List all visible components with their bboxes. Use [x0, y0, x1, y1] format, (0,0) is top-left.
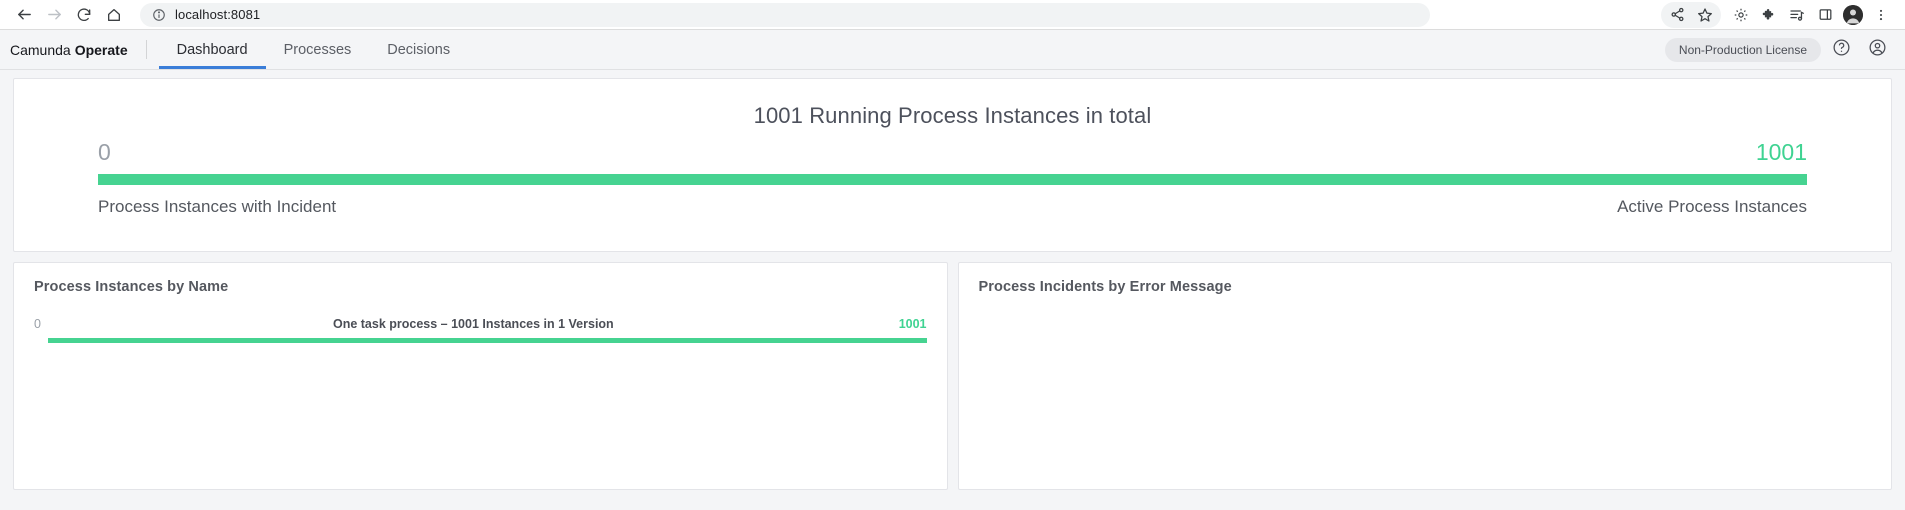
- running-instances-panel: 1001 Running Process Instances in total …: [13, 78, 1892, 252]
- license-badge: Non-Production License: [1664, 37, 1821, 62]
- more-menu-icon: [1874, 8, 1888, 22]
- tab-dashboard-label: Dashboard: [176, 41, 248, 58]
- row-active-segment: [48, 338, 927, 343]
- help-button[interactable]: [1825, 34, 1857, 66]
- page-title: 1001 Running Process Instances in total: [753, 103, 1152, 128]
- app-brand[interactable]: Camunda Operate: [10, 30, 146, 69]
- profile-button[interactable]: [1839, 2, 1867, 28]
- incident-count-value[interactable]: 0: [98, 141, 111, 164]
- address-bar-port: :8081: [227, 7, 261, 22]
- home-button[interactable]: [100, 2, 128, 28]
- incidents-by-error-list: [979, 295, 1872, 505]
- instances-by-name-title: Process Instances by Name: [34, 279, 229, 295]
- tab-decisions-label: Decisions: [387, 41, 451, 58]
- incident-label[interactable]: Process Instances with Incident: [98, 197, 336, 217]
- profile-avatar-icon: [1843, 4, 1863, 25]
- metric-axis-labels: Process Instances with Incident Active P…: [98, 197, 1807, 217]
- reading-list-button[interactable]: [1783, 2, 1811, 28]
- dashboard-panels: Process Instances by Name 0 One task pro…: [13, 262, 1892, 490]
- tab-processes-label: Processes: [283, 41, 352, 58]
- share-button[interactable]: [1663, 2, 1691, 28]
- more-menu-button[interactable]: [1867, 2, 1895, 28]
- back-button[interactable]: [10, 2, 38, 28]
- brand-camunda: Camunda: [10, 41, 71, 58]
- site-info-icon[interactable]: [152, 8, 166, 22]
- incidents-by-error-title: Process Incidents by Error Message: [978, 279, 1232, 295]
- bookmark-star-icon: [1697, 7, 1713, 23]
- reload-icon: [76, 7, 92, 23]
- share-bookmark-pill: [1661, 1, 1721, 28]
- app-header: Camunda Operate Dashboard Processes Deci…: [0, 30, 1905, 70]
- main-navigation: Dashboard Processes Decisions: [158, 30, 469, 69]
- forward-button[interactable]: [40, 2, 68, 28]
- browser-toolbar-actions: [1661, 1, 1895, 28]
- bookmark-button[interactable]: [1691, 2, 1719, 28]
- reload-button[interactable]: [70, 2, 98, 28]
- metric-values: 0 1001: [98, 141, 1807, 164]
- process-incidents-by-error-panel: Process Incidents by Error Message: [957, 262, 1892, 490]
- row-progress-bar: [48, 338, 927, 343]
- row-instance-count[interactable]: 1001: [899, 317, 927, 331]
- back-arrow-icon: [16, 6, 33, 23]
- address-bar[interactable]: localhost:8081: [140, 2, 1430, 27]
- tab-decisions[interactable]: Decisions: [369, 30, 468, 69]
- extensions-puzzle-icon: [1761, 7, 1777, 23]
- brand-operate: Operate: [74, 41, 128, 58]
- process-instances-by-name-panel: Process Instances by Name 0 One task pro…: [13, 262, 948, 490]
- active-label[interactable]: Active Process Instances: [1617, 197, 1807, 217]
- side-panel-button[interactable]: [1811, 2, 1839, 28]
- instances-by-name-list: 0 One task process – 1001 Instances in 1…: [34, 317, 927, 343]
- help-circle-icon: [1832, 38, 1851, 62]
- settings-button[interactable]: [1727, 2, 1755, 28]
- tab-processes[interactable]: Processes: [266, 30, 370, 69]
- header-actions: Non-Production License: [1664, 30, 1905, 69]
- metric-active-segment: [98, 174, 1807, 185]
- browser-nav-buttons: [10, 2, 128, 28]
- browser-toolbar: localhost:8081: [0, 0, 1905, 30]
- row-min-value: 0: [34, 317, 41, 331]
- settings-gear-icon: [1733, 7, 1749, 23]
- metric-progress-bar: [98, 174, 1807, 185]
- home-icon: [106, 7, 122, 23]
- reading-list-icon: [1789, 7, 1805, 23]
- row-process-name[interactable]: One task process – 1001 Instances in 1 V…: [48, 317, 899, 331]
- bar-row-header: 0 One task process – 1001 Instances in 1…: [34, 317, 927, 331]
- user-account-icon: [1868, 38, 1887, 62]
- dashboard-content: 1001 Running Process Instances in total …: [0, 70, 1905, 509]
- header-divider: [145, 40, 147, 59]
- list-item[interactable]: 0 One task process – 1001 Instances in 1…: [34, 317, 927, 343]
- extensions-button[interactable]: [1755, 2, 1783, 28]
- address-bar-url: localhost: [175, 7, 228, 22]
- user-account-button[interactable]: [1861, 34, 1893, 66]
- share-icon: [1670, 7, 1685, 22]
- metric-bar-container: 0 1001 Process Instances with Incident A…: [98, 141, 1807, 217]
- active-count-value[interactable]: 1001: [1756, 141, 1807, 164]
- side-panel-icon: [1818, 7, 1833, 22]
- forward-arrow-icon: [46, 6, 63, 23]
- tab-dashboard[interactable]: Dashboard: [158, 30, 266, 69]
